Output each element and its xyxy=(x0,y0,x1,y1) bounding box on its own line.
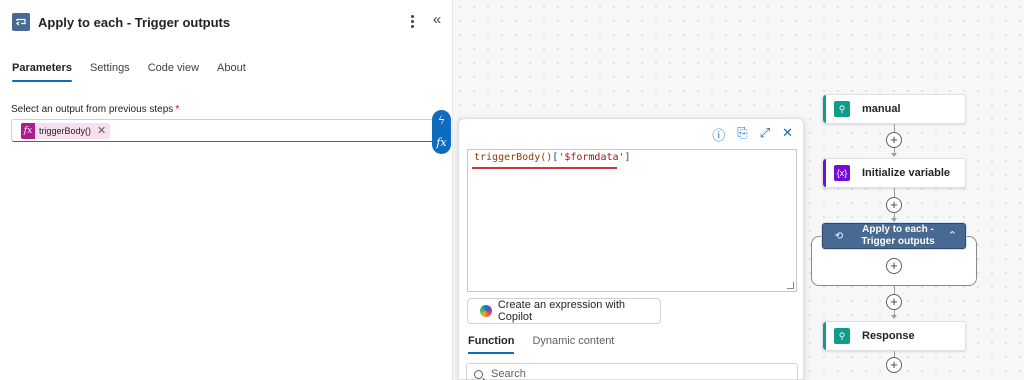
expression-code: triggerBody()['$formdata'] xyxy=(474,152,631,163)
expand-icon[interactable]: ⤢ xyxy=(760,125,770,144)
resize-grip[interactable] xyxy=(787,282,794,289)
connector xyxy=(894,124,895,132)
node-label: Apply to each - Trigger outputs xyxy=(861,224,935,247)
code-function: triggerBody xyxy=(474,152,541,163)
fx-toggle-icon[interactable]: fx xyxy=(436,136,446,150)
panel-tabs: Parameters Settings Code view About xyxy=(12,62,246,82)
request-icon: ⚲ xyxy=(834,101,850,117)
fx-icon: fx xyxy=(21,123,35,139)
add-step-button[interactable]: + xyxy=(886,357,902,373)
code-string: '$formdata' xyxy=(558,152,625,163)
arrow-icon xyxy=(891,218,897,222)
add-step-button[interactable]: + xyxy=(886,197,902,213)
close-icon[interactable]: ✕ xyxy=(782,125,793,144)
expression-input[interactable]: triggerBody()['$formdata'] xyxy=(467,149,797,292)
tab-code-view[interactable]: Code view xyxy=(148,62,199,82)
expression-editor-popup: ⓘ ⎘ ⤢ ✕ triggerBody()['$formdata'] Creat… xyxy=(458,118,804,380)
loop-icon xyxy=(12,13,30,31)
remove-token-icon[interactable]: ✕ xyxy=(97,123,106,139)
search-icon xyxy=(474,369,483,379)
add-step-button[interactable]: + xyxy=(886,132,902,148)
panel-header: Apply to each - Trigger outputs xyxy=(12,12,230,32)
arrow-icon xyxy=(891,315,897,319)
paste-icon[interactable]: ⎘ xyxy=(737,125,747,144)
action-settings-panel: Apply to each - Trigger outputs « Parame… xyxy=(0,0,453,380)
add-step-in-loop-button[interactable]: + xyxy=(886,258,902,274)
tab-about[interactable]: About xyxy=(217,62,246,82)
variable-icon: {x} xyxy=(834,165,850,181)
loop-icon: ⟲ xyxy=(834,230,844,242)
token-label: triggerBody() xyxy=(39,126,92,136)
required-marker: * xyxy=(175,104,180,115)
function-search-input[interactable]: Search xyxy=(466,363,798,380)
editor-toolbar: ⓘ ⎘ ⤢ ✕ xyxy=(712,125,793,144)
copilot-button-label: Create an expression with Copilot xyxy=(497,299,626,323)
output-field-label-text: Select an output from previous steps xyxy=(11,104,174,115)
node-manual[interactable]: ⚲ manual xyxy=(822,94,966,124)
tab-settings[interactable]: Settings xyxy=(90,62,130,82)
node-label: Initialize variable xyxy=(862,167,951,179)
output-field-label: Select an output from previous steps * xyxy=(11,104,179,115)
chevron-up-icon[interactable]: ⌃ xyxy=(948,229,957,242)
request-icon: ⚲ xyxy=(834,328,850,344)
panel-title: Apply to each - Trigger outputs xyxy=(38,14,231,30)
tab-parameters[interactable]: Parameters xyxy=(12,62,72,82)
node-response[interactable]: ⚲ Response xyxy=(822,321,966,351)
node-label: Response xyxy=(862,330,915,342)
more-options-icon[interactable] xyxy=(404,12,420,30)
lightning-icon[interactable]: ϟ xyxy=(438,114,445,128)
code-close-bracket: ] xyxy=(624,152,631,163)
node-label: manual xyxy=(862,103,901,115)
output-token-field[interactable]: fx triggerBody() ✕ xyxy=(11,119,441,142)
expression-token[interactable]: fx triggerBody() ✕ xyxy=(21,123,111,139)
node-accent-bar xyxy=(823,159,826,187)
connector xyxy=(894,188,895,197)
tab-function[interactable]: Function xyxy=(468,335,515,354)
code-parens: () xyxy=(540,152,553,163)
info-icon[interactable]: ⓘ xyxy=(712,125,725,144)
add-step-button[interactable]: + xyxy=(886,294,902,310)
node-initialize-variable[interactable]: {x} Initialize variable xyxy=(822,158,966,188)
error-underline xyxy=(472,167,617,169)
editor-tabs: Function Dynamic content xyxy=(468,335,614,354)
node-accent-bar xyxy=(823,95,826,123)
connector xyxy=(894,286,895,294)
arrow-icon xyxy=(891,153,897,157)
copilot-icon xyxy=(480,305,492,317)
tab-dynamic-content[interactable]: Dynamic content xyxy=(532,335,614,354)
collapse-panel-icon[interactable]: « xyxy=(428,10,446,30)
insert-toggles: ϟ fx xyxy=(432,110,451,154)
node-apply-to-each[interactable]: ⟲ Apply to each - Trigger outputs ⌃ xyxy=(822,223,966,249)
node-accent-bar xyxy=(823,322,826,350)
copilot-button[interactable]: Create an expression with Copilot xyxy=(467,298,661,324)
search-placeholder: Search xyxy=(491,368,526,380)
